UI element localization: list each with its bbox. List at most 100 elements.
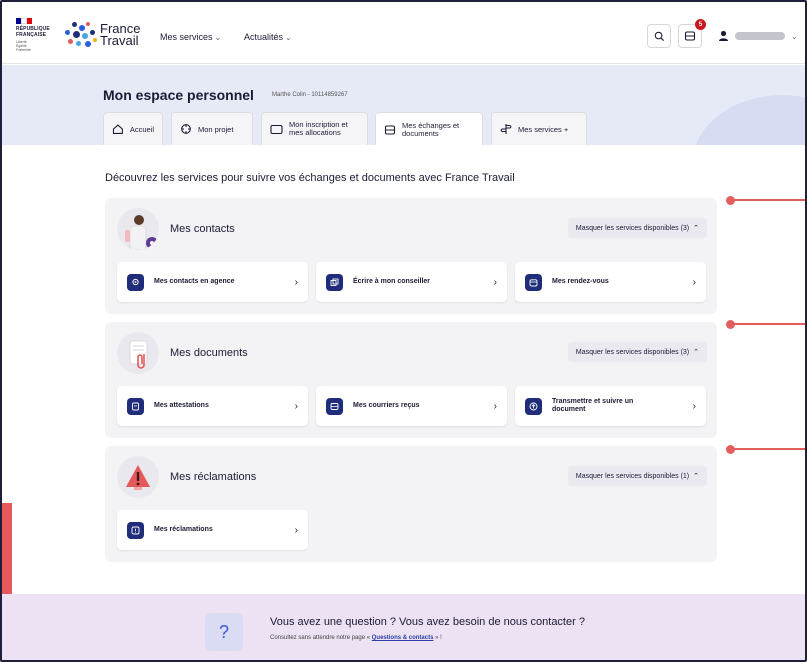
person-avatar-icon: [125, 215, 158, 250]
service-label-line-2: document: [552, 406, 586, 413]
user-icon: [719, 30, 728, 41]
chevron-down-icon: ⌄: [791, 31, 798, 41]
card-mes-reclamations: Mes réclamations Masquer les services di…: [105, 446, 717, 562]
chevron-right-icon: ›: [692, 400, 696, 412]
reclamations-illustration: [117, 456, 159, 498]
tab-mon-projet-label: Mon projet: [198, 124, 234, 134]
search-icon: [654, 31, 664, 41]
page-title: Mon espace personnel: [103, 87, 254, 103]
chevron-right-icon: ›: [294, 524, 298, 536]
messages-button[interactable]: 5: [678, 19, 706, 48]
contact-sub-after: » !: [435, 635, 442, 641]
mail-received-icon: [326, 397, 343, 415]
tab-mes-services-label: Mes services +: [518, 124, 569, 134]
hide-services-toggle[interactable]: Masquer les services disponibles (1) ⌃: [567, 466, 707, 486]
service-mes-reclamations[interactable]: Mes réclamations ›: [117, 510, 308, 550]
france-travail-dots-icon: [64, 22, 98, 48]
compass-icon: [181, 124, 191, 134]
user-name-redacted: [735, 32, 785, 40]
brand-name-line-2: Travail: [100, 33, 139, 48]
tab-mes-echanges-line-2: documents: [402, 128, 439, 138]
tab-mon-inscription-line-2: mes allocations: [289, 128, 341, 137]
chevron-right-icon: ›: [692, 276, 696, 288]
contacts-illustration: [117, 208, 159, 250]
service-label-line-1: Transmettre et suivre un: [552, 398, 634, 405]
folder-icon: [270, 124, 283, 135]
rf-logo-line-2: FRANÇAISE: [16, 32, 47, 38]
france-travail-logo[interactable]: France Travail: [64, 22, 140, 48]
annotation-line: [734, 323, 805, 325]
flag-icon: [16, 18, 33, 24]
chevron-up-icon: ⌃: [693, 225, 699, 232]
service-label: Mes courriers reçus: [353, 402, 420, 409]
card-title: Mes contacts: [170, 223, 235, 235]
republique-francaise-logo[interactable]: RÉPUBLIQUE FRANÇAISE Liberté Égalité Fra…: [16, 18, 56, 52]
nav-mes-services-label: Mes services: [160, 32, 213, 42]
home-icon: [112, 124, 123, 134]
warning-icon: [126, 465, 150, 490]
annotation-line: [734, 448, 805, 450]
toggle-label: Masquer les services disponibles (3): [575, 224, 690, 232]
decorative-shape: [692, 95, 805, 145]
chevron-up-icon: ⌃: [693, 349, 699, 356]
espace-personnel-banner: Mon espace personnel Marthe Colin - 1011…: [2, 65, 805, 145]
card-mes-documents: Mes documents Masquer les services dispo…: [105, 322, 717, 438]
tab-mon-projet[interactable]: Mon projet: [171, 112, 253, 145]
certificate-icon: [127, 397, 144, 415]
tab-mon-inscription[interactable]: Mon inscription et mes allocations: [261, 112, 368, 145]
service-label: Mes rendez-vous: [552, 278, 609, 285]
hide-services-toggle[interactable]: Masquer les services disponibles (3) ⌃: [567, 342, 707, 362]
service-label: Mes contacts en agence: [154, 278, 235, 285]
tab-mes-echanges-label: Mes échanges et documents: [402, 121, 459, 138]
toggle-label: Masquer les services disponibles (3): [575, 348, 690, 356]
service-mes-rendez-vous[interactable]: Mes rendez-vous ›: [515, 262, 706, 302]
service-mes-attestations[interactable]: Mes attestations ›: [117, 386, 308, 426]
nav-actualites-label: Actualités: [244, 32, 284, 42]
chevron-up-icon: ⌃: [693, 473, 699, 480]
alert-square-icon: [127, 521, 144, 539]
notification-badge: 5: [695, 19, 706, 30]
rf-motto-line-3: Fraternité: [16, 48, 31, 52]
annotation-line: [734, 199, 805, 201]
service-ecrire-a-mon-conseiller[interactable]: Écrire à mon conseiller ›: [316, 262, 507, 302]
service-label: Écrire à mon conseiller: [353, 278, 431, 285]
calendar-icon: [525, 273, 542, 291]
user-menu-button[interactable]: ⌄: [714, 24, 802, 48]
nav-mes-services[interactable]: Mes services ⌄: [160, 32, 221, 42]
site-header: RÉPUBLIQUE FRANÇAISE Liberté Égalité Fra…: [2, 2, 805, 64]
user-identifier: Marthe Colin - 10114859267: [272, 92, 348, 98]
hide-services-toggle[interactable]: Masquer les services disponibles (3) ⌃: [567, 218, 707, 238]
chevron-right-icon: ›: [294, 400, 298, 412]
chevron-right-icon: ›: [294, 276, 298, 288]
intro-text: Découvrez les services pour suivre vos é…: [105, 172, 515, 184]
mailbox-icon: [684, 31, 696, 41]
write-message-icon: [326, 273, 343, 291]
signpost-icon: [500, 124, 512, 134]
service-label: Mes réclamations: [154, 526, 213, 533]
tab-accueil[interactable]: Accueil: [103, 112, 163, 145]
service-mes-courriers-recus[interactable]: Mes courriers reçus ›: [316, 386, 507, 426]
tab-mes-services[interactable]: Mes services +: [491, 112, 587, 145]
tab-mes-echanges[interactable]: Mes échanges et documents: [375, 112, 483, 145]
questions-contacts-link[interactable]: Questions & contacts: [372, 635, 434, 641]
chevron-right-icon: ›: [493, 276, 497, 288]
search-button[interactable]: [647, 24, 671, 48]
chevron-down-icon: ⌄: [214, 33, 222, 42]
contact-banner-subtitle: Consultez sans attendre notre page « Que…: [270, 635, 442, 641]
nav-actualites[interactable]: Actualités ⌄: [244, 32, 292, 42]
card-mes-contacts: Mes contacts Masquer les services dispon…: [105, 198, 717, 314]
paperclip-document-icon: [129, 340, 148, 369]
service-mes-contacts-en-agence[interactable]: Mes contacts en agence ›: [117, 262, 308, 302]
service-label: Mes attestations: [154, 402, 209, 409]
location-pin-icon: [127, 273, 144, 291]
documents-illustration: [117, 332, 159, 374]
service-transmettre-document[interactable]: Transmettre et suivre un document ›: [515, 386, 706, 426]
rf-motto: Liberté Égalité Fraternité: [16, 40, 56, 52]
contact-banner: ? Vous avez une question ? Vous avez bes…: [2, 594, 805, 660]
toggle-label: Masquer les services disponibles (1): [575, 472, 690, 480]
chevron-down-icon: ⌄: [285, 33, 292, 42]
contact-sub-before: Consultez sans attendre notre page «: [270, 635, 371, 641]
mailbox-icon: [384, 124, 396, 135]
upload-icon: [525, 397, 542, 415]
chevron-right-icon: ›: [493, 400, 497, 412]
